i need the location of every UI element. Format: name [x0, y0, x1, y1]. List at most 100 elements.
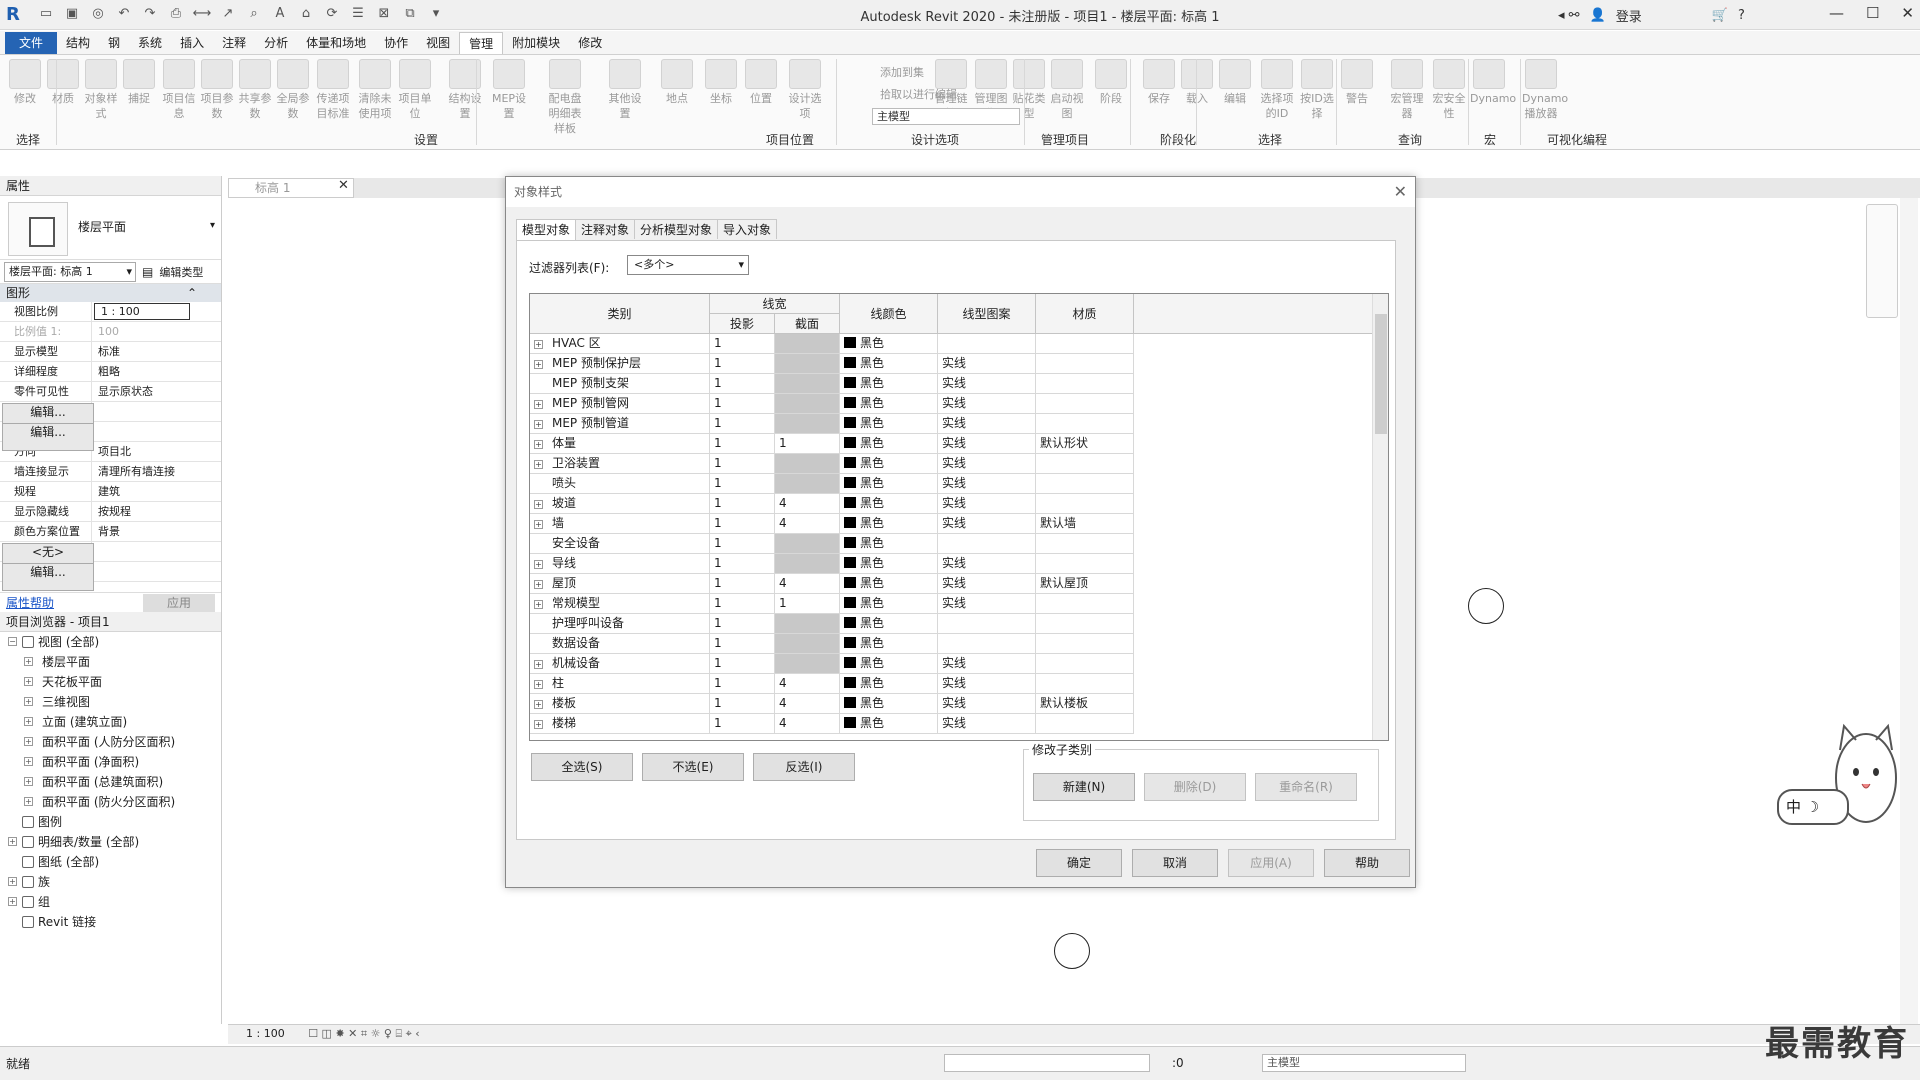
cell-pattern[interactable] — [938, 634, 1036, 654]
cell-color[interactable]: 黑色 — [840, 354, 938, 374]
ribbon-button-18[interactable]: 设计选项 — [786, 59, 824, 121]
workset-select[interactable] — [944, 1054, 1150, 1072]
expand-icon[interactable]: + — [534, 440, 543, 449]
property-value[interactable]: 1 : 100 — [94, 303, 190, 320]
chevron-down-icon[interactable]: ▾ — [210, 220, 215, 231]
3d-view-icon[interactable]: ⌂ — [296, 6, 316, 24]
undo-icon[interactable]: ↶ — [114, 6, 134, 24]
delete-button[interactable]: 删除(D) — [1144, 773, 1246, 801]
cell-cut[interactable] — [775, 474, 840, 494]
property-row[interactable]: 系统颜色方案编辑... — [0, 562, 221, 591]
browser-item[interactable]: 图纸 (全部) — [0, 852, 221, 872]
cell-color[interactable]: 黑色 — [840, 474, 938, 494]
measure-icon[interactable]: ⟷ — [192, 6, 212, 24]
cell-mat[interactable]: 默认墙 — [1036, 514, 1134, 534]
save-icon[interactable]: ▣ — [62, 6, 82, 24]
ribbon-button-27[interactable]: 选择项的ID — [1258, 59, 1296, 121]
filter-dropdown[interactable]: <多个> — [627, 255, 749, 275]
cell-color[interactable]: 黑色 — [840, 534, 938, 554]
cell-mat[interactable] — [1036, 654, 1134, 674]
cell-cut[interactable] — [775, 554, 840, 574]
cell-pattern[interactable]: 实线 — [938, 454, 1036, 474]
cell-color[interactable]: 黑色 — [840, 714, 938, 734]
cell-proj[interactable]: 1 — [710, 474, 775, 494]
table-row[interactable]: + 楼梯 1 4 黑色 实线 — [530, 714, 1230, 734]
cell-mat[interactable] — [1036, 714, 1134, 734]
cell-mat[interactable] — [1036, 474, 1134, 494]
ribbon-button-12[interactable]: MEP设置 — [490, 59, 528, 121]
select-none-button[interactable]: 不选(E) — [642, 753, 744, 781]
cart-icon[interactable]: 🛒 — [1712, 8, 1728, 23]
cell-mat[interactable] — [1036, 634, 1134, 654]
collapse-icon[interactable]: ⌃ — [187, 284, 197, 302]
ribbon-button-23[interactable]: 阶段 — [1092, 59, 1130, 106]
expand-icon[interactable]: + — [534, 580, 543, 589]
ribbon-button-13[interactable]: 配电盘明细表样板 — [546, 59, 584, 136]
cell-color[interactable]: 黑色 — [840, 414, 938, 434]
ribbon-button-22[interactable]: 启动视图 — [1048, 59, 1086, 121]
ribbon-button-11[interactable]: 结构设置 — [446, 59, 484, 121]
cell-name[interactable]: + HVAC 区 — [530, 334, 710, 354]
ribbon-button-31[interactable]: 宏安全性 — [1430, 59, 1468, 121]
property-row[interactable]: 颜色方案位置 背景 — [0, 522, 221, 542]
tab-10[interactable]: 管理 — [459, 31, 504, 54]
property-value[interactable]: 清理所有墙连接 — [92, 462, 188, 481]
ribbon-button-3[interactable]: 捕捉 — [120, 59, 158, 106]
expand-icon[interactable]: + — [24, 737, 33, 746]
vertical-scrollbar[interactable] — [1900, 198, 1918, 1024]
design-option-dropdown[interactable]: 主模型 — [872, 108, 1020, 125]
property-row[interactable]: 墙连接显示 清理所有墙连接 — [0, 462, 221, 482]
cell-cut[interactable]: 1 — [775, 594, 840, 614]
browser-item[interactable]: + 楼层平面 — [0, 652, 221, 672]
ribbon-button-26[interactable]: 编辑 — [1216, 59, 1254, 106]
cell-color[interactable]: 黑色 — [840, 614, 938, 634]
table-row[interactable]: + 导线 1 黑色 实线 — [530, 554, 1230, 574]
cell-name[interactable]: + MEP 预制保护层 — [530, 354, 710, 374]
property-row[interactable]: 比例值 1: 100 — [0, 322, 221, 342]
ribbon-button-17[interactable]: 位置 — [742, 59, 780, 106]
cell-cut[interactable] — [775, 454, 840, 474]
ribbon-button-14[interactable]: 其他设置 — [606, 59, 644, 121]
cell-proj[interactable]: 1 — [710, 634, 775, 654]
ribbon-button-25[interactable]: 载入 — [1178, 59, 1216, 106]
tab-4[interactable]: 插入 — [171, 32, 213, 54]
expand-icon[interactable]: + — [534, 500, 543, 509]
browser-item[interactable]: + 面积平面 (净面积) — [0, 752, 221, 772]
property-value[interactable]: 标准 — [92, 342, 188, 361]
cell-name[interactable]: + MEP 预制管道 — [530, 414, 710, 434]
ribbon-button-9[interactable]: 清除未使用项 — [356, 59, 394, 121]
property-value[interactable]: 按规程 — [92, 502, 188, 521]
cell-pattern[interactable]: 实线 — [938, 414, 1036, 434]
cell-mat[interactable] — [1036, 334, 1134, 354]
cell-proj[interactable]: 1 — [710, 394, 775, 414]
ribbon-button-24[interactable]: 保存 — [1140, 59, 1178, 106]
tab-8[interactable]: 协作 — [375, 32, 417, 54]
cell-cut[interactable]: 4 — [775, 514, 840, 534]
cell-pattern[interactable]: 实线 — [938, 494, 1036, 514]
cell-pattern[interactable]: 实线 — [938, 354, 1036, 374]
table-row[interactable]: + 楼板 1 4 黑色 实线 默认楼板 — [530, 694, 1230, 714]
cell-cut[interactable] — [775, 354, 840, 374]
table-row[interactable]: + 体量 1 1 黑色 实线 默认形状 — [530, 434, 1230, 454]
cell-proj[interactable]: 1 — [710, 654, 775, 674]
ribbon-button-8[interactable]: 传递项目标准 — [314, 59, 352, 121]
close-icon[interactable]: ✕ — [1394, 177, 1407, 207]
ribbon-button-15[interactable]: 地点 — [658, 59, 696, 106]
cell-proj[interactable]: 1 — [710, 554, 775, 574]
help-icon[interactable]: ? — [1738, 8, 1745, 23]
ribbon-button-7[interactable]: 全局参数 — [274, 59, 312, 121]
cell-name[interactable]: MEP 预制支架 — [530, 374, 710, 394]
view-tab[interactable]: 标高 1 — [228, 178, 354, 198]
design-option-select[interactable]: 主模型 — [1262, 1054, 1466, 1072]
expand-icon[interactable]: + — [534, 560, 543, 569]
browser-item[interactable]: + 面积平面 (防火分区面积) — [0, 792, 221, 812]
cell-cut[interactable] — [775, 634, 840, 654]
ribbon-button-10[interactable]: 项目单位 — [396, 59, 434, 121]
cell-mat[interactable] — [1036, 354, 1134, 374]
cell-mat[interactable] — [1036, 594, 1134, 614]
table-row[interactable]: 护理呼叫设备 1 黑色 — [530, 614, 1230, 634]
cell-color[interactable]: 黑色 — [840, 694, 938, 714]
table-row[interactable]: + 卫浴装置 1 黑色 实线 — [530, 454, 1230, 474]
elevation-marker-right[interactable] — [1468, 588, 1504, 624]
cell-color[interactable]: 黑色 — [840, 674, 938, 694]
